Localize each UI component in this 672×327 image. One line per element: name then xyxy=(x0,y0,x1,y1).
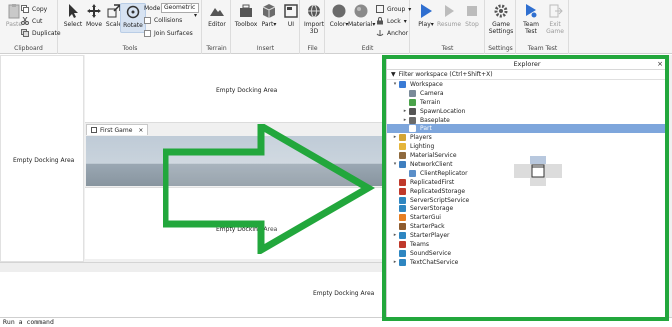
chevron-down-icon: ▾ xyxy=(273,21,277,28)
chevron-down-icon: ▾ xyxy=(403,17,407,25)
group-icon xyxy=(376,5,384,13)
tab-first-game[interactable]: First Game × xyxy=(86,124,149,135)
settings-group-label: Settings xyxy=(488,45,513,52)
resume-icon xyxy=(445,5,454,17)
gear-icon xyxy=(494,4,508,18)
insert-group: Toolbox Part▾ UI Insert xyxy=(232,0,300,54)
viewport-icon xyxy=(91,127,97,133)
move-arrows-icon xyxy=(87,4,101,18)
exit-icon xyxy=(549,4,563,18)
top-docking-panel[interactable]: Empty Docking Area xyxy=(85,55,384,123)
bottom-docking-label: Empty Docking Area xyxy=(313,290,375,297)
stop-button[interactable]: Stop xyxy=(459,3,485,28)
copy-icon xyxy=(21,5,29,13)
test-group: Play▾ Resume Stop Test xyxy=(411,0,485,54)
join-surfaces-toggle[interactable]: Join Surfaces xyxy=(144,30,193,37)
anchor-button[interactable]: Anchor xyxy=(376,29,408,37)
collisions-checkbox[interactable] xyxy=(144,17,151,24)
color-swatch-icon xyxy=(332,4,346,18)
paste-icon xyxy=(8,4,20,19)
chevron-down-icon: ▾ xyxy=(430,21,434,28)
tools-group: Select Move Scale Rotate Mode: Geometric… xyxy=(59,0,202,54)
scissors-icon xyxy=(21,17,29,25)
collisions-toggle[interactable]: Collisions xyxy=(144,17,182,24)
terrain-group-label: Terrain xyxy=(206,45,227,52)
edit-group: Color▾ Material▾ Group ▾ Lock ▾ Anchor Edi… xyxy=(326,0,411,54)
annotation-highlight-box xyxy=(382,55,669,321)
close-icon[interactable]: × xyxy=(138,127,143,134)
duplicate-button[interactable]: Duplicate xyxy=(21,29,61,37)
game-settings-button[interactable]: Game Settings xyxy=(488,3,514,35)
left-docking-area[interactable]: Empty Docking Area xyxy=(0,55,84,262)
bottom-docking-area[interactable]: Empty Docking Area xyxy=(0,272,384,317)
play-icon xyxy=(421,4,432,18)
settings-group: Game Settings Settings xyxy=(486,0,516,54)
terrain-group: Editor Terrain xyxy=(203,0,231,54)
clipboard-group: Paste Copy Cut Duplicate Clipboard xyxy=(0,0,61,54)
material-icon xyxy=(354,4,368,18)
edit-group-label: Edit xyxy=(361,45,374,52)
rotate-icon xyxy=(126,5,140,19)
cube-icon xyxy=(262,4,276,18)
terrain-editor-button[interactable]: Editor xyxy=(204,3,230,28)
test-group-label: Test xyxy=(441,45,454,52)
cursor-icon xyxy=(69,4,78,18)
import-3d-button[interactable]: Import 3D xyxy=(301,3,327,35)
insert-group-label: Insert xyxy=(256,45,275,52)
copy-button[interactable]: Copy xyxy=(21,5,47,13)
stop-icon xyxy=(467,6,477,16)
team-test-group-label: Team Test xyxy=(527,45,558,52)
anchor-icon xyxy=(376,30,384,36)
material-button[interactable]: Material▾ xyxy=(348,3,376,28)
divider xyxy=(0,262,384,272)
cut-button[interactable]: Cut xyxy=(21,17,42,25)
toolbox-icon xyxy=(240,4,252,17)
lock-button[interactable]: Lock ▾ xyxy=(376,17,407,25)
lock-icon xyxy=(377,17,383,25)
clipboard-group-label: Clipboard xyxy=(14,45,43,52)
file-group-label: File xyxy=(307,45,318,52)
file-group: Import 3D File xyxy=(301,0,325,54)
group-button[interactable]: Group ▾ xyxy=(376,5,411,13)
globe-icon xyxy=(308,4,320,18)
ribbon-toolbar: Paste Copy Cut Duplicate Clipboard Selec… xyxy=(0,0,672,54)
rotate-tool-button[interactable]: Rotate xyxy=(120,3,146,33)
tools-group-label: Tools xyxy=(122,45,138,52)
mode-label: Mode: xyxy=(144,5,163,12)
chevron-down-icon: ▾ xyxy=(193,12,197,19)
annotation-arrow xyxy=(163,124,375,254)
left-docking-label: Empty Docking Area xyxy=(13,157,75,164)
team-test-button[interactable]: Team Test xyxy=(518,3,544,35)
team-test-group: Team Test Exit Game Team Test xyxy=(517,0,569,54)
team-play-icon xyxy=(526,4,537,18)
top-docking-label: Empty Docking Area xyxy=(216,87,278,94)
join-surfaces-checkbox[interactable] xyxy=(144,30,151,37)
chevron-down-icon: ▾ xyxy=(372,21,376,28)
mode-dropdown[interactable]: Geometric ▾ xyxy=(161,3,199,19)
duplicate-icon xyxy=(21,29,29,37)
ui-icon xyxy=(284,4,298,18)
terrain-icon xyxy=(210,8,224,16)
exit-game-button[interactable]: Exit Game xyxy=(542,3,568,35)
